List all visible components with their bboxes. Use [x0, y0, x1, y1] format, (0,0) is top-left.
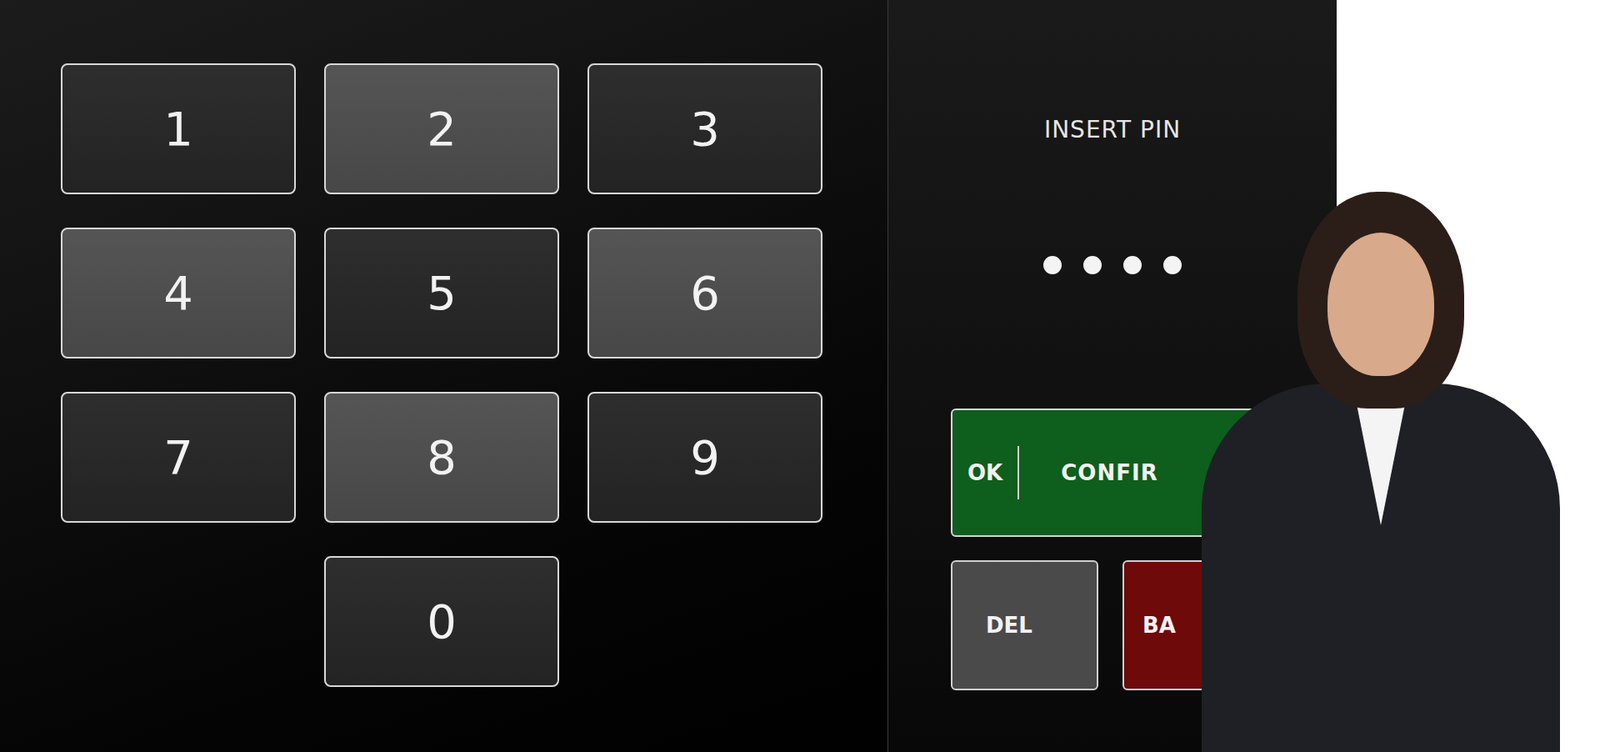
- pin-dot: [1083, 255, 1102, 275]
- keypad-key[interactable]: 3: [587, 63, 823, 195]
- pin-screen: 1234567890INSERT PINOKCONFIRDELBA: [0, 0, 1600, 752]
- keypad-key[interactable]: 8: [324, 391, 560, 523]
- keypad-key[interactable]: 5: [324, 227, 560, 359]
- pin-dot: [1163, 255, 1182, 275]
- keypad: 123 456 7890: [0, 0, 889, 752]
- keypad-key[interactable]: 4: [60, 227, 296, 359]
- keypad-key[interactable]: 0: [324, 555, 560, 687]
- photo-torso: [1201, 383, 1560, 752]
- photo-shirt: [1355, 400, 1406, 525]
- keypad-key[interactable]: 1: [60, 63, 296, 195]
- confirm-shortcut: OK: [952, 445, 1020, 500]
- pin-dot: [1043, 255, 1062, 275]
- pin-prompt: INSERT PIN: [950, 115, 1275, 145]
- photo-face: [1327, 232, 1435, 376]
- delete-button[interactable]: DEL: [950, 560, 1099, 690]
- person-photo: [1201, 191, 1560, 752]
- pin-dots: [950, 255, 1275, 275]
- pin-dot: [1123, 255, 1142, 275]
- keypad-key[interactable]: 2: [324, 63, 560, 195]
- keypad-key[interactable]: 6: [587, 227, 823, 359]
- photo-head: [1297, 191, 1465, 409]
- keypad-key[interactable]: 7: [60, 391, 296, 523]
- confirm-label: CONFIR: [1060, 460, 1158, 485]
- keypad-key[interactable]: 9: [587, 391, 823, 523]
